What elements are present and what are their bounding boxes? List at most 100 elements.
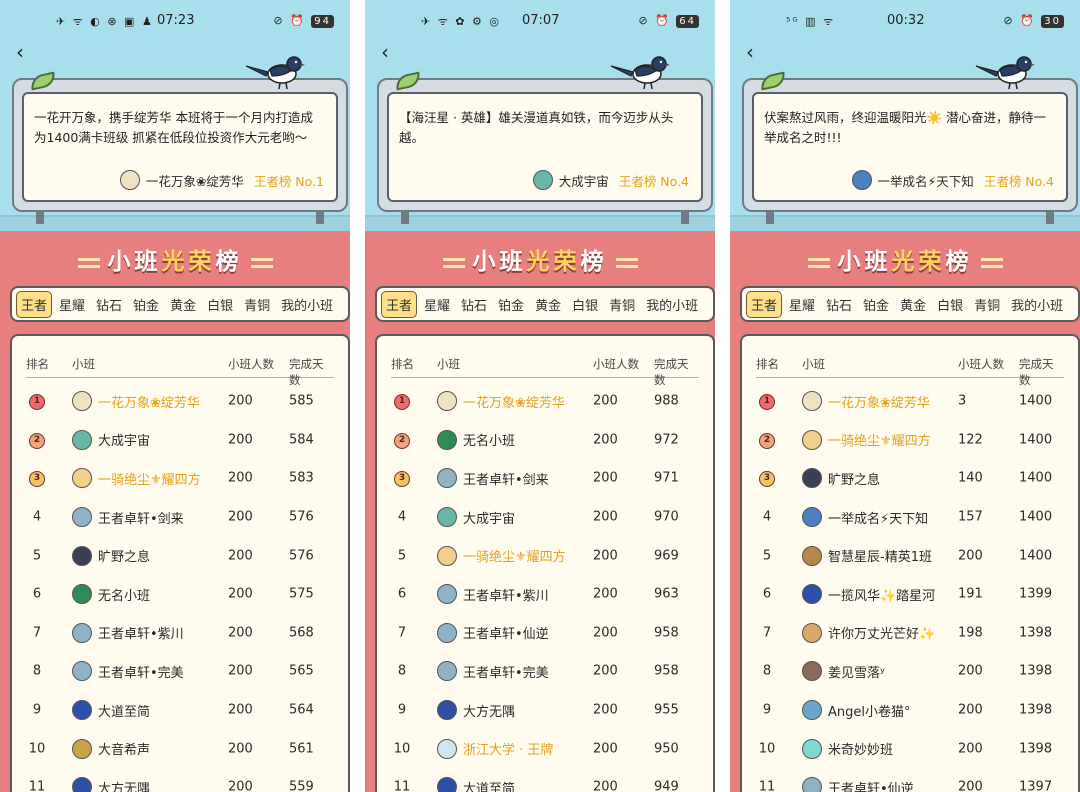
row-class: 无名小班: [72, 584, 150, 605]
table-row[interactable]: 9 大方无隅 200 955: [391, 691, 699, 730]
back-button[interactable]: ‹: [746, 40, 754, 64]
table-row[interactable]: 4 大成宇宙 200 970: [391, 498, 699, 537]
tab-tier[interactable]: 星耀: [420, 292, 454, 317]
table-row[interactable]: 6 一揽风华✨踏星河 191 1399: [756, 575, 1064, 614]
class-avatar-icon: [72, 661, 92, 682]
class-name: 旷野之息: [828, 472, 881, 488]
table-row[interactable]: 11 大方无隅 200 559: [26, 768, 334, 792]
table-row[interactable]: 5 一骑绝尘⚜耀四方 200 969: [391, 536, 699, 575]
title-post: 榜: [945, 249, 973, 275]
class-avatar-icon: [437, 584, 457, 605]
table-row[interactable]: 1 一花万象❀绽芳华 200 988: [391, 382, 699, 421]
class-avatar-icon: [437, 507, 457, 528]
table-row[interactable]: 4 王者卓轩•剑来 200 576: [26, 498, 334, 537]
table-row[interactable]: 3 旷野之息 140 1400: [756, 459, 1064, 498]
row-rank: 7: [26, 625, 48, 640]
tab-tier[interactable]: 钻石: [822, 292, 856, 317]
completed-days: 972: [654, 432, 679, 448]
table-row[interactable]: 1 一花万象❀绽芳华 3 1400: [756, 382, 1064, 421]
tab-tier[interactable]: 钻石: [457, 292, 491, 317]
table-row[interactable]: 2 大成宇宙 200 584: [26, 421, 334, 460]
board-signature[interactable]: 大成宇宙 王者榜 No.4: [532, 170, 689, 190]
tab-tier[interactable]: 王者: [746, 290, 783, 318]
class-name: 一骑绝尘⚜耀四方: [828, 434, 931, 450]
tab-tier[interactable]: 黄金: [896, 292, 930, 317]
table-row[interactable]: 5 智慧星辰-精英1班 200 1400: [756, 536, 1064, 575]
tab-tier[interactable]: 黄金: [531, 292, 565, 317]
table-row[interactable]: 6 王者卓轩•紫川 200 963: [391, 575, 699, 614]
back-button[interactable]: ‹: [381, 40, 389, 64]
tab-tier[interactable]: 我的小班: [642, 292, 702, 317]
tab-tier[interactable]: 青铜: [605, 292, 639, 317]
class-avatar-icon: [437, 777, 457, 792]
back-button[interactable]: ‹: [16, 40, 24, 64]
class-name: 王者卓轩•仙逆: [463, 627, 549, 643]
tab-tier[interactable]: 王者: [381, 290, 418, 318]
table-row[interactable]: 10 大音希声 200 561: [26, 729, 334, 768]
completed-days: 564: [289, 702, 314, 718]
board-class-name: 大成宇宙: [558, 173, 609, 189]
table-row[interactable]: 7 许你万丈光芒好✨ 198 1398: [756, 614, 1064, 653]
tab-tier[interactable]: 钻石: [92, 292, 126, 317]
tab-tier[interactable]: 白银: [203, 292, 237, 317]
table-row[interactable]: 3 一骑绝尘⚜耀四方 200 583: [26, 459, 334, 498]
tab-tier[interactable]: 铂金: [129, 292, 163, 317]
rank-number: 5: [32, 548, 42, 564]
member-count: 140: [958, 470, 983, 486]
table-row[interactable]: 3 王者卓轩•剑来 200 971: [391, 459, 699, 498]
tab-tier[interactable]: 王者: [16, 290, 53, 318]
table-row[interactable]: 11 大道至简 200 949: [391, 768, 699, 792]
board-signature[interactable]: 一花万象❀绽芳华 王者榜 No.1: [119, 170, 324, 190]
tab-tier[interactable]: 我的小班: [1007, 292, 1067, 317]
tab-tier[interactable]: 铂金: [494, 292, 528, 317]
completed-days: 1398: [1019, 625, 1053, 641]
tab-tier[interactable]: 白银: [568, 292, 602, 317]
class-name: 大方无隅: [463, 704, 516, 720]
class-name: 米奇妙妙班: [828, 743, 894, 759]
member-count: 200: [228, 432, 253, 448]
table-row[interactable]: 5 旷野之息 200 576: [26, 536, 334, 575]
table-row[interactable]: 10 浙江大学 · 王牌 200 950: [391, 729, 699, 768]
tab-tier[interactable]: 星耀: [55, 292, 89, 317]
table-row[interactable]: 8 王者卓轩•完美 200 565: [26, 652, 334, 691]
table-row[interactable]: 7 王者卓轩•仙逆 200 958: [391, 614, 699, 653]
row-class: 旷野之息: [802, 468, 881, 489]
table-row[interactable]: 11 王者卓轩•仙逆 200 1397: [756, 768, 1064, 792]
medal-icon: 1: [394, 394, 410, 411]
completed-days: 958: [654, 625, 679, 641]
tab-tier[interactable]: 白银: [933, 292, 967, 317]
table-row[interactable]: 8 姜见雪落ʸ 200 1398: [756, 652, 1064, 691]
table-row[interactable]: 2 一骑绝尘⚜耀四方 122 1400: [756, 421, 1064, 460]
table-row[interactable]: 9 大道至简 200 564: [26, 691, 334, 730]
table-row[interactable]: 10 米奇妙妙班 200 1398: [756, 729, 1064, 768]
rank-number: 4: [397, 509, 407, 525]
status-right-icons: ⊘ ⏰ 94: [273, 14, 334, 28]
table-row[interactable]: 8 王者卓轩•完美 200 958: [391, 652, 699, 691]
row-rank: 4: [26, 510, 48, 525]
tab-tier[interactable]: 星耀: [785, 292, 819, 317]
member-count: 200: [593, 625, 618, 641]
row-rank: 3: [756, 469, 778, 488]
table-row[interactable]: 1 一花万象❀绽芳华 200 585: [26, 382, 334, 421]
board-class-name: 一举成名⚡天下知: [877, 173, 974, 189]
tab-tier[interactable]: 黄金: [166, 292, 200, 317]
table-row[interactable]: 2 无名小班 200 972: [391, 421, 699, 460]
member-count: 200: [593, 702, 618, 718]
tab-tier[interactable]: 青铜: [240, 292, 274, 317]
table-row[interactable]: 9 Angel小卷猫° 200 1398: [756, 691, 1064, 730]
board-signature[interactable]: 一举成名⚡天下知 王者榜 No.4: [851, 170, 1054, 190]
tab-tier[interactable]: 我的小班: [277, 292, 337, 317]
rank-number: 8: [32, 663, 42, 679]
row-class: 王者卓轩•完美: [437, 661, 549, 682]
header-rank: 排名: [391, 357, 414, 371]
class-name: 一花万象❀绽芳华: [98, 395, 200, 411]
back-arrow-icon: ‹: [381, 40, 389, 64]
table-row[interactable]: 7 王者卓轩•紫川 200 568: [26, 614, 334, 653]
page-title: 小班光荣榜: [730, 242, 1080, 276]
table-row[interactable]: 6 无名小班 200 575: [26, 575, 334, 614]
rank-number: 7: [32, 625, 42, 641]
tier-tab-bar: 王者 星耀 钻石 铂金 黄金 白银 青铜 我的小班: [10, 286, 350, 322]
tab-tier[interactable]: 青铜: [970, 292, 1004, 317]
tab-tier[interactable]: 铂金: [859, 292, 893, 317]
table-row[interactable]: 4 一举成名⚡天下知 157 1400: [756, 498, 1064, 537]
